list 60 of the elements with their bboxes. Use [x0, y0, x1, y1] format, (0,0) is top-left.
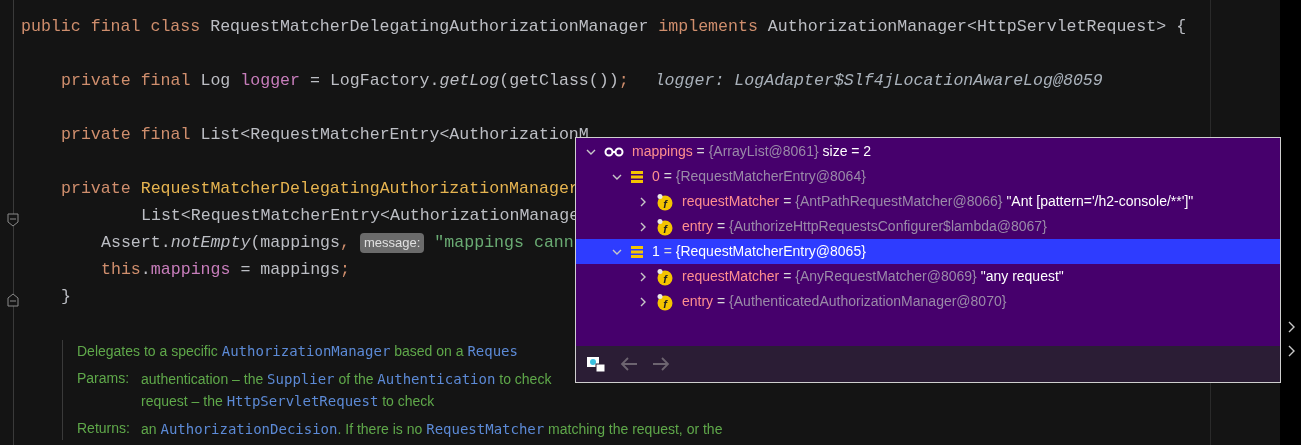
code-token: RequestMatcherDelegatingAuthorizationManager: [140, 178, 579, 200]
code-token: logger: [240, 70, 300, 92]
inline-value-hint: logger: LogAdapter$Slf4jLocationAwareLog@8059: [654, 70, 1103, 92]
code-token: this: [101, 259, 141, 281]
code-token: getLog: [439, 70, 500, 92]
code-token: .: [140, 259, 151, 281]
code-token: "mappings cann: [434, 232, 574, 254]
chevron-right-icon[interactable]: [638, 196, 648, 207]
code-token: ,: [340, 232, 350, 254]
code-token: ;: [340, 259, 350, 281]
code-token: private: [61, 178, 132, 200]
doc-label: Params:: [77, 369, 131, 388]
chevron-right-icon[interactable]: [638, 296, 648, 307]
tree-row[interactable]: f entry = {AuthenticatedAuthorizationManager@8070}: [576, 289, 1280, 314]
variable-text: 1 = {RequestMatcherEntry@8065}: [652, 242, 866, 261]
variable-text: entry = {AuthorizeHttpRequestsConfigurer$lambda@8067}: [682, 217, 1047, 236]
code-token: private final: [61, 124, 192, 146]
field-icon: f: [656, 217, 674, 236]
chevron-right-icon[interactable]: [1288, 345, 1296, 357]
doc-text: authentication – the Supplier of the Authentication to check: [141, 370, 552, 389]
code-token: (mappings: [250, 232, 340, 254]
code-token: private final: [61, 70, 192, 92]
code-token: Log: [200, 70, 232, 92]
fold-icon[interactable]: [7, 293, 19, 307]
tree-row[interactable]: 0 = {RequestMatcherEntry@8064}: [576, 164, 1280, 189]
variable-text: requestMatcher = {AntPathRequestMatcher@8066} "Ant [pattern='/h2-console/**']": [682, 192, 1194, 211]
doc-label: Returns:: [77, 419, 131, 438]
list-icon: [630, 244, 644, 259]
field-icon: f: [656, 267, 674, 286]
field-icon: f: [656, 292, 674, 311]
fold-icon[interactable]: [7, 213, 19, 227]
variable-text: mappings = {ArrayList@8061} size = 2: [632, 142, 872, 161]
doc-text: an AuthorizationDecision. If there is no RequestMatcher matching the request, or the: [141, 420, 723, 439]
chevron-right-icon[interactable]: [638, 221, 648, 232]
code-token: = LogFactory.: [308, 70, 440, 92]
code-token: (getClass()): [499, 70, 619, 92]
parameter-hint: message:: [360, 232, 425, 253]
field-icon: f: [656, 192, 674, 211]
variable-text: entry = {AuthenticatedAuthorizationManager@8070}: [682, 292, 1007, 311]
code-token: implements: [658, 16, 759, 38]
tree-view-icon[interactable]: [586, 355, 606, 373]
code-token: Assert.: [101, 232, 171, 254]
chevron-right-icon[interactable]: [638, 271, 648, 282]
code-token: notEmpty: [170, 232, 251, 254]
glasses-icon: [604, 146, 624, 157]
tree-row[interactable]: 1 = {RequestMatcherEntry@8065}: [576, 239, 1280, 264]
list-icon: [630, 169, 644, 184]
tree-row[interactable]: f requestMatcher = {AnyRequestMatcher@8069} "any request": [576, 264, 1280, 289]
doc-text: request – the HttpServletRequest to check: [141, 392, 436, 411]
code-token: public final class: [21, 16, 202, 38]
variable-text: requestMatcher = {AnyRequestMatcher@8069} "any request": [682, 267, 1064, 286]
chevron-right-icon[interactable]: [1288, 321, 1296, 333]
code-token: }: [61, 286, 71, 308]
code-token: ;: [618, 70, 629, 92]
code-token: RequestMatcherDelegatingAuthorizationManager: [210, 16, 650, 38]
code-token: = mappings: [239, 259, 341, 281]
doc-text: Delegates to a specific AuthorizationManager based on a Reques: [77, 342, 518, 361]
variable-text: 0 = {RequestMatcherEntry@8064}: [652, 167, 866, 186]
code-token: AuthorizationManager<HttpServletRequest> {: [767, 16, 1187, 38]
code-token: mappings: [150, 259, 231, 281]
